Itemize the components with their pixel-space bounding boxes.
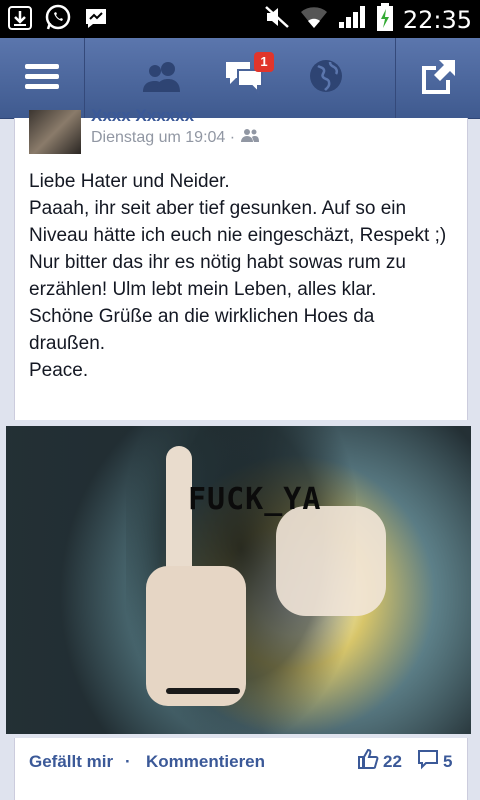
wifi-icon bbox=[299, 4, 329, 35]
whatsapp-icon bbox=[44, 4, 72, 32]
photo-hand-right bbox=[276, 506, 386, 616]
author-avatar[interactable] bbox=[29, 110, 81, 154]
photo-bracelet bbox=[166, 688, 240, 694]
status-bar: 22:35 bbox=[0, 0, 480, 38]
post-meta: Dienstag um 19:04 · bbox=[91, 128, 260, 147]
comment-button[interactable]: Kommentieren bbox=[146, 752, 265, 772]
clock: 22:35 bbox=[402, 5, 472, 34]
likes-count[interactable]: 22 bbox=[357, 748, 402, 775]
notifications-globe-icon bbox=[308, 58, 344, 99]
photo-hand-left bbox=[146, 566, 246, 706]
post-photo[interactable]: FUCK_YA bbox=[6, 426, 471, 734]
share-compose-icon bbox=[419, 58, 457, 99]
mute-icon bbox=[263, 4, 291, 35]
hamburger-menu-icon bbox=[25, 62, 59, 95]
post-card: Xxxx Xxxxxx Dienstag um 19:04 · Liebe Ha… bbox=[14, 106, 468, 420]
friend-requests-button[interactable] bbox=[140, 56, 184, 100]
facebook-navbar: 1 bbox=[0, 38, 480, 119]
notifications-button[interactable] bbox=[304, 56, 348, 100]
action-separator: · bbox=[125, 752, 131, 771]
messenger-icon bbox=[82, 4, 110, 32]
messages-badge: 1 bbox=[254, 52, 274, 72]
friends-icon bbox=[241, 128, 260, 147]
post-author-name[interactable]: Xxxx Xxxxxx bbox=[91, 106, 194, 126]
menu-button[interactable] bbox=[0, 38, 85, 118]
photo-caption-text: FUCK_YA bbox=[188, 482, 322, 517]
friend-requests-icon bbox=[142, 60, 182, 97]
likes-count-value: 22 bbox=[383, 751, 402, 771]
post-line: Schöne Grüße an die wirklichen Hoes da d… bbox=[29, 306, 375, 354]
like-button[interactable]: Gefällt mir bbox=[29, 752, 113, 772]
post-timestamp[interactable]: Dienstag um 19:04 · bbox=[91, 129, 235, 147]
download-icon bbox=[6, 4, 34, 32]
share-button[interactable] bbox=[395, 38, 480, 118]
post-line: Peace. bbox=[29, 360, 89, 381]
messages-button[interactable]: 1 bbox=[222, 52, 274, 100]
comment-bubble-icon bbox=[417, 748, 439, 775]
post-body: Liebe Hater und Neider. Paaah, ihr seit … bbox=[29, 168, 449, 384]
signal-icon bbox=[337, 4, 367, 35]
post-actions: Gefällt mir · Kommentieren 22 5 bbox=[14, 738, 468, 800]
thumbs-up-icon bbox=[357, 748, 379, 775]
battery-charging-icon bbox=[375, 2, 395, 37]
comments-count-value: 5 bbox=[443, 751, 453, 771]
comments-count[interactable]: 5 bbox=[417, 748, 452, 775]
post-line: Liebe Hater und Neider. bbox=[29, 171, 230, 192]
post-line: Paaah, ihr seit aber tief gesunken. Auf … bbox=[29, 198, 447, 300]
